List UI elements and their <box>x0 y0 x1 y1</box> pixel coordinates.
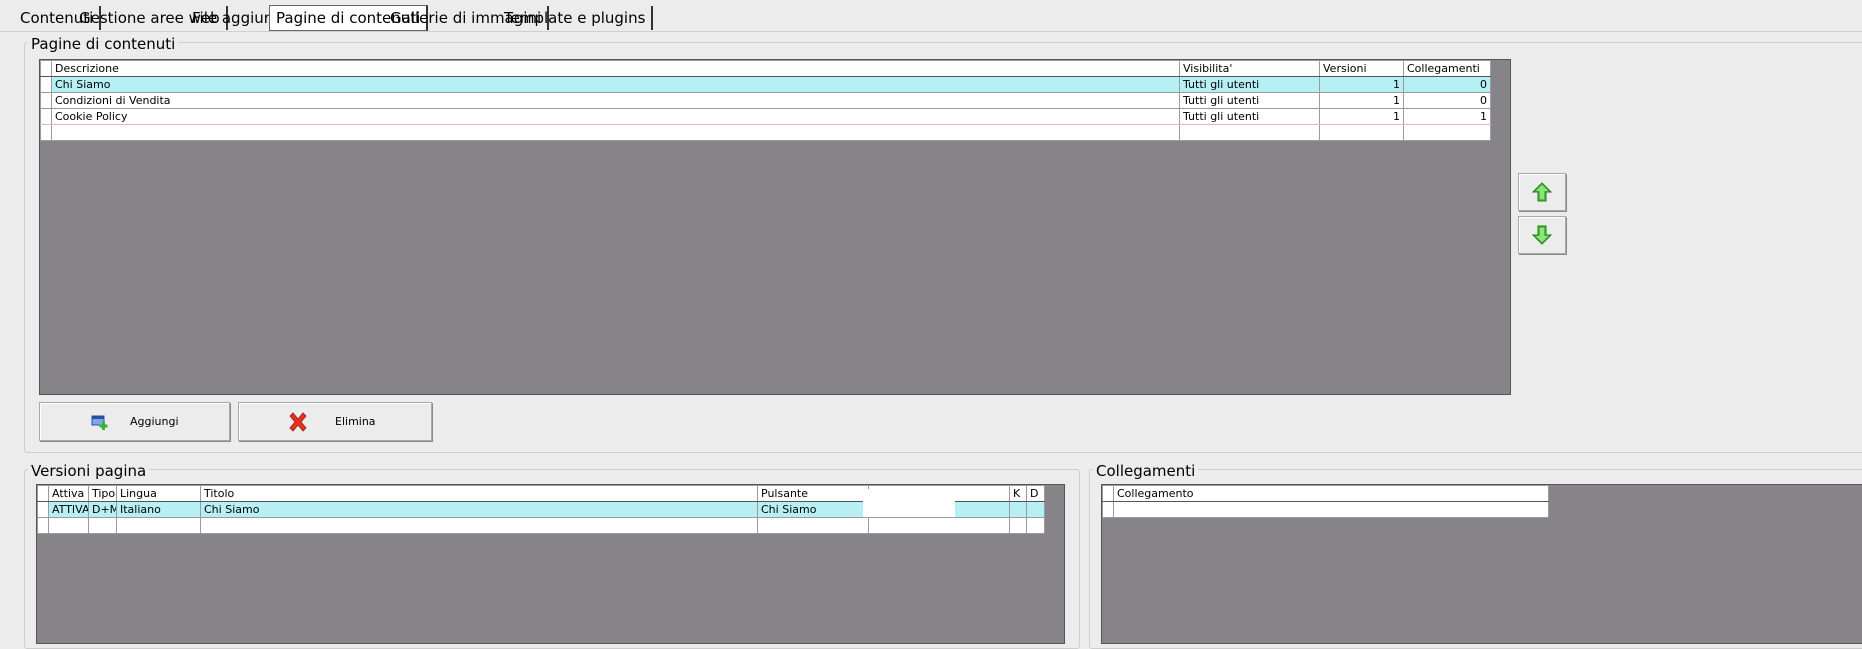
cell-empty[interactable] <box>88 517 117 534</box>
versions-group-title: Versioni pagina <box>28 462 150 480</box>
cell-versioni[interactable]: 1 <box>1319 108 1404 125</box>
add-button[interactable]: Aggiungi <box>39 402 230 441</box>
tab-strip: Contenuti Gestione aree web File aggiunt… <box>0 0 1862 34</box>
cell-descrizione[interactable]: Chi Siamo <box>51 76 1180 93</box>
links-table: Collegamento <box>1102 485 1549 518</box>
row-indicator[interactable] <box>1102 501 1114 518</box>
row-indicator[interactable] <box>40 76 52 93</box>
red-x-icon <box>289 412 307 432</box>
column-header-descrizione[interactable]: Descrizione <box>51 60 1180 77</box>
column-header-collegamento[interactable]: Collegamento <box>1113 485 1549 502</box>
column-header-collegamenti[interactable]: Collegamenti <box>1403 60 1491 77</box>
cell-visibilita[interactable]: Tutti gli utenti <box>1179 76 1320 93</box>
column-header-lingua[interactable]: Lingua <box>116 485 201 502</box>
new-row[interactable] <box>1102 501 1549 518</box>
row-indicator[interactable] <box>40 124 52 141</box>
cell-descrizione[interactable]: Cookie Policy <box>51 108 1180 125</box>
links-table-header: Collegamento <box>1102 485 1549 502</box>
cell-empty[interactable] <box>1026 517 1045 534</box>
cell-empty[interactable] <box>1009 517 1027 534</box>
cell-empty[interactable] <box>51 124 1180 141</box>
cell-versioni[interactable]: 1 <box>1319 92 1404 109</box>
table-row[interactable]: Cookie Policy Tutti gli utenti 1 1 <box>40 108 1491 125</box>
column-header-attiva[interactable]: Attiva <box>48 485 89 502</box>
cell-empty[interactable] <box>1319 124 1404 141</box>
cell-empty[interactable] <box>868 517 1010 534</box>
delete-button-label: Elimina <box>335 415 376 428</box>
new-row[interactable] <box>37 517 1045 534</box>
table-row[interactable]: Condizioni di Vendita Tutti gli utenti 1… <box>40 92 1491 109</box>
column-header-versioni[interactable]: Versioni <box>1319 60 1404 77</box>
pages-group-title: Pagine di contenuti <box>28 35 179 53</box>
cell-lingua[interactable]: Italiano <box>116 501 201 518</box>
row-indicator-header <box>37 485 49 502</box>
pages-table-header: Descrizione Visibilita' Versioni Collega… <box>40 60 1491 77</box>
cell-empty[interactable] <box>1179 124 1320 141</box>
column-header-titolo[interactable]: Titolo <box>200 485 758 502</box>
cell-pulsante[interactable]: Chi Siamo <box>757 501 869 518</box>
pages-table: Descrizione Visibilita' Versioni Collega… <box>40 60 1491 141</box>
cell-empty[interactable] <box>200 517 758 534</box>
cell-titolo[interactable]: Chi Siamo <box>200 501 758 518</box>
table-row[interactable]: Chi Siamo Tutti gli utenti 1 0 <box>40 76 1491 93</box>
cell-collegamenti[interactable]: 0 <box>1403 92 1491 109</box>
column-header-pulsante[interactable]: Pulsante <box>757 485 869 502</box>
column-header-k[interactable]: K <box>1009 485 1027 502</box>
row-indicator[interactable] <box>40 108 52 125</box>
row-indicator[interactable] <box>40 92 52 109</box>
cell-visibilita[interactable]: Tutti gli utenti <box>1179 92 1320 109</box>
pages-grid[interactable]: Descrizione Visibilita' Versioni Collega… <box>39 59 1511 395</box>
cell-empty[interactable] <box>1403 124 1491 141</box>
links-grid[interactable]: Collegamento <box>1101 484 1862 644</box>
cell-collegamenti[interactable]: 1 <box>1403 108 1491 125</box>
cell-d[interactable] <box>1026 501 1045 518</box>
row-indicator-header <box>40 60 52 77</box>
links-group-title: Collegamenti <box>1093 462 1199 480</box>
cell-attiva[interactable]: ATTIVA <box>48 501 89 518</box>
move-down-button[interactable] <box>1518 216 1566 254</box>
row-indicator[interactable] <box>37 501 49 518</box>
cell-k[interactable] <box>1009 501 1027 518</box>
delete-button[interactable]: Elimina <box>238 402 432 441</box>
cell-empty[interactable] <box>116 517 201 534</box>
row-indicator-header <box>1102 485 1114 502</box>
cell-empty[interactable] <box>48 517 89 534</box>
cell-descrizione[interactable]: Condizioni di Vendita <box>51 92 1180 109</box>
column-header-d[interactable]: D <box>1026 485 1045 502</box>
cell-visibilita[interactable]: Tutti gli utenti <box>1179 108 1320 125</box>
column-header-tipo[interactable]: Tipo <box>88 485 117 502</box>
new-row[interactable] <box>40 124 1491 141</box>
column-header-visibilita[interactable]: Visibilita' <box>1179 60 1320 77</box>
tab-template-e-plugins[interactable]: Template e plugins <box>498 6 654 30</box>
cell-empty[interactable] <box>1113 501 1549 518</box>
move-up-button[interactable] <box>1518 173 1566 211</box>
cell-collegamenti[interactable]: 0 <box>1403 76 1491 93</box>
cell-empty[interactable] <box>757 517 869 534</box>
cell-versioni[interactable]: 1 <box>1319 76 1404 93</box>
tab-divider <box>0 31 1862 32</box>
add-button-label: Aggiungi <box>130 415 179 428</box>
cell-tipo[interactable]: D+M <box>88 501 117 518</box>
add-window-icon <box>91 415 108 430</box>
redacted-area <box>863 489 955 517</box>
row-indicator[interactable] <box>37 517 49 534</box>
green-down-arrow-icon <box>1531 225 1553 245</box>
versions-grid[interactable]: Attiva Tipo Lingua Titolo Pulsante K D A… <box>36 484 1065 644</box>
green-up-arrow-icon <box>1531 182 1553 202</box>
